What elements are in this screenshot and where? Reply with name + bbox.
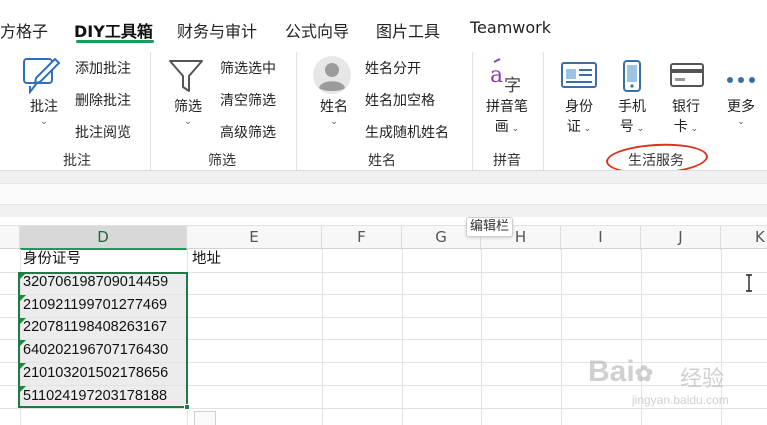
column-header-j[interactable]: J xyxy=(641,226,721,250)
person-avatar-icon xyxy=(312,55,352,99)
mobile-label-line1: 手机 xyxy=(618,99,646,115)
pinyin-button-label-line2: 画 xyxy=(494,119,509,135)
comment-button-label: 批注 xyxy=(30,99,58,115)
column-divider xyxy=(561,249,562,425)
chevron-down-icon: ⌄ xyxy=(508,124,520,134)
name-add-space-button[interactable]: 姓名加空格 xyxy=(365,90,435,110)
formula-bar-tooltip: 编辑栏 xyxy=(466,217,514,237)
group-label-pinyin: 拼音 xyxy=(493,153,521,169)
column-header-row: D E F G H I J K xyxy=(0,225,767,250)
bank-card-icon xyxy=(670,62,704,92)
advanced-filter-button[interactable]: 高级筛选 xyxy=(220,122,276,142)
group-label-comment: 批注 xyxy=(63,153,91,169)
column-divider xyxy=(322,249,323,425)
column-header-i[interactable]: I xyxy=(561,226,641,250)
tab-teamwork[interactable]: Teamwork xyxy=(470,18,551,37)
watermark-jingyan: 经验 xyxy=(680,366,725,391)
column-header-k[interactable]: K xyxy=(721,226,767,250)
chevron-down-icon: ⌄ xyxy=(633,124,645,134)
filter-selected-button[interactable]: 筛选选中 xyxy=(220,58,276,78)
pinyin-button-label-line1: 拼音笔 xyxy=(486,99,528,115)
bank-card-label-line1: 银行 xyxy=(672,99,700,115)
pinyin-icon-char: 字 xyxy=(504,76,521,96)
tab-finance-audit[interactable]: 财务与审计 xyxy=(177,18,257,42)
group-divider xyxy=(543,52,544,170)
ribbon-tab-bar: 方格子 DIY工具箱 财务与审计 公式向导 图片工具 Teamwork xyxy=(0,0,767,44)
comment-pen-icon xyxy=(22,56,62,98)
funnel-icon xyxy=(168,58,204,98)
group-divider xyxy=(472,52,473,170)
split-name-button[interactable]: 姓名分开 xyxy=(365,58,421,78)
mobile-phone-icon xyxy=(622,60,642,96)
active-tab-indicator xyxy=(76,40,154,43)
watermark-brand-text: Bai xyxy=(588,355,635,388)
tab-formula-wizard[interactable]: 公式向导 xyxy=(285,18,349,42)
chevron-down-icon: ⌄ xyxy=(737,117,745,127)
bank-card-label-line2: 卡 xyxy=(673,119,688,135)
fill-handle[interactable] xyxy=(184,404,190,410)
comment-button[interactable]: 批注 ⌄ xyxy=(20,97,68,127)
column-divider xyxy=(481,249,482,425)
column-divider xyxy=(402,249,403,425)
id-card-button[interactable]: 身份 证 ⌄ xyxy=(555,97,603,139)
header-cell-address[interactable]: 地址 xyxy=(192,248,221,270)
delete-comment-button[interactable]: 删除批注 xyxy=(75,90,131,110)
id-card-icon xyxy=(561,60,597,94)
more-button-label: 更多 xyxy=(727,99,755,115)
mobile-label-line2: 号 xyxy=(619,119,634,135)
tab-fanggezi[interactable]: 方格子 xyxy=(0,18,48,42)
paw-icon: ✿ xyxy=(634,361,654,386)
chevron-down-icon: ⌄ xyxy=(687,124,699,134)
watermark-url: jingyan.baidu.com xyxy=(632,393,729,407)
more-button[interactable]: 更多 ⌄ xyxy=(717,97,765,127)
row-divider xyxy=(0,408,767,409)
chevron-down-icon: ⌄ xyxy=(184,117,192,127)
more-dots-icon xyxy=(726,70,756,89)
quick-analysis-icon[interactable] xyxy=(194,411,216,425)
chevron-down-icon: ⌄ xyxy=(580,124,592,134)
name-button[interactable]: 姓名 ⌄ xyxy=(310,97,358,127)
tab-diy-toolbox[interactable]: DIY工具箱 xyxy=(74,18,153,42)
header-cell-id-number[interactable]: 身份证号 xyxy=(23,248,81,270)
filter-button-label: 筛选 xyxy=(174,99,202,115)
clear-filter-button[interactable]: 清空筛选 xyxy=(220,90,276,110)
name-button-label: 姓名 xyxy=(320,99,348,115)
formula-bar[interactable] xyxy=(0,183,767,205)
selection-border xyxy=(18,272,188,408)
filter-button[interactable]: 筛选 ⌄ xyxy=(164,97,212,127)
pinyin-stroke-icon: a 字 xyxy=(488,58,524,98)
column-header-e[interactable]: E xyxy=(187,226,322,250)
group-divider xyxy=(150,52,151,170)
group-divider xyxy=(296,52,297,170)
watermark-brand: Bai✿ xyxy=(588,355,653,389)
corner-cell[interactable] xyxy=(0,226,20,250)
svg-text:a: a xyxy=(490,63,503,88)
tab-picture-tools[interactable]: 图片工具 xyxy=(376,18,440,42)
group-label-name: 姓名 xyxy=(368,153,396,169)
spreadsheet-grid[interactable]: D E F G H I J K 编辑栏 身份证号 地址 320706198709… xyxy=(0,217,767,425)
random-name-button[interactable]: 生成随机姓名 xyxy=(365,122,449,142)
id-card-label-line2: 证 xyxy=(566,119,581,135)
id-card-label-line1: 身份 xyxy=(565,99,593,115)
browse-comments-button[interactable]: 批注阅览 xyxy=(75,122,131,142)
mobile-number-button[interactable]: 手机 号 ⌄ xyxy=(608,97,656,139)
formula-bar-area xyxy=(0,171,767,217)
add-comment-button[interactable]: 添加批注 xyxy=(75,58,131,78)
chevron-down-icon: ⌄ xyxy=(40,117,48,127)
bank-card-button[interactable]: 银行 卡 ⌄ xyxy=(662,97,710,139)
chevron-down-icon: ⌄ xyxy=(330,117,338,127)
text-cursor-icon xyxy=(745,274,753,292)
pinyin-stroke-button[interactable]: 拼音笔 画 ⌄ xyxy=(482,97,532,139)
column-header-f[interactable]: F xyxy=(322,226,402,250)
group-label-filter: 筛选 xyxy=(208,153,236,169)
column-header-d[interactable]: D xyxy=(20,226,187,250)
